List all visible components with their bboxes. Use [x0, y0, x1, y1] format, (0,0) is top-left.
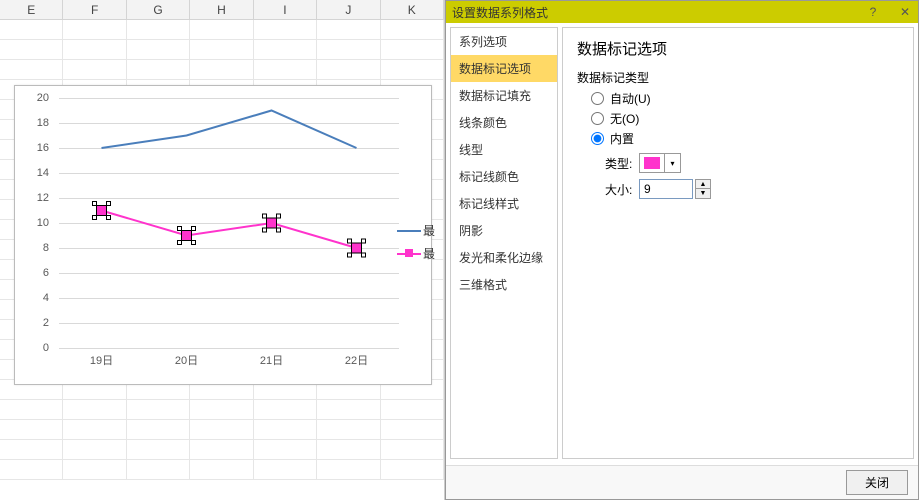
legend-line-icon: [397, 230, 421, 232]
chevron-down-icon[interactable]: ▾: [664, 154, 680, 172]
radio-builtin-label: 内置: [610, 130, 634, 147]
col-header[interactable]: J: [317, 0, 380, 19]
marker-type-label: 数据标记类型: [577, 69, 899, 86]
y-tick: 6: [43, 267, 49, 279]
embedded-chart[interactable]: 20 18 16 14 12 10 8 6 4 2 0 19日 20日 21日 …: [14, 85, 432, 385]
spinner-down-icon[interactable]: ▼: [696, 189, 710, 198]
radio-auto-label: 自动(U): [610, 90, 651, 107]
y-tick: 12: [37, 192, 49, 204]
dialog-footer: 关闭: [446, 465, 918, 499]
content-panel: 数据标记选项 数据标记类型 自动(U) 无(O) 内置 类型: ▾: [562, 27, 914, 459]
nav-series-options[interactable]: 系列选项: [451, 28, 557, 55]
col-header[interactable]: H: [190, 0, 253, 19]
y-tick: 0: [43, 342, 49, 354]
plot-area[interactable]: [59, 98, 399, 348]
size-spinner[interactable]: ▲ ▼: [695, 179, 711, 199]
panel-title: 数据标记选项: [577, 38, 899, 59]
format-series-dialog: 设置数据系列格式 ? ✕ 系列选项 数据标记选项 数据标记填充 线条颜色 线型 …: [445, 0, 919, 500]
y-tick: 2: [43, 317, 49, 329]
legend-label: 最: [423, 245, 435, 262]
titlebar[interactable]: 设置数据系列格式 ? ✕: [446, 1, 918, 23]
legend[interactable]: 最 最: [397, 216, 435, 268]
nav-line-color[interactable]: 线条颜色: [451, 109, 557, 136]
col-header[interactable]: F: [63, 0, 126, 19]
nav-glow[interactable]: 发光和柔化边缘: [451, 244, 557, 271]
square-marker-icon: [644, 157, 660, 169]
nav-line-style[interactable]: 线型: [451, 136, 557, 163]
spreadsheet-area: E F G H I J K 20 18 16: [0, 0, 445, 500]
chart-svg: [59, 98, 399, 348]
x-tick: 22日: [314, 352, 399, 372]
col-header[interactable]: E: [0, 0, 63, 19]
y-tick: 4: [43, 292, 49, 304]
radio-auto-row[interactable]: 自动(U): [591, 90, 899, 107]
help-button[interactable]: ?: [866, 5, 880, 19]
nav-marker-fill[interactable]: 数据标记填充: [451, 82, 557, 109]
radio-none-label: 无(O): [610, 110, 639, 127]
x-tick: 19日: [59, 352, 144, 372]
radio-builtin-row[interactable]: 内置: [591, 130, 899, 147]
col-header[interactable]: K: [381, 0, 444, 19]
nav-shadow[interactable]: 阴影: [451, 217, 557, 244]
y-axis: 20 18 16 14 12 10 8 6 4 2 0: [15, 98, 55, 348]
nav-marker-options[interactable]: 数据标记选项: [451, 55, 557, 82]
y-tick: 20: [37, 92, 49, 104]
y-tick: 8: [43, 242, 49, 254]
close-x-button[interactable]: ✕: [898, 5, 912, 19]
radio-none-row[interactable]: 无(O): [591, 110, 899, 127]
y-tick: 16: [37, 142, 49, 154]
column-headers: E F G H I J K: [0, 0, 444, 20]
legend-marker-icon: [397, 253, 421, 255]
legend-label: 最: [423, 222, 435, 239]
nav-panel: 系列选项 数据标记选项 数据标记填充 线条颜色 线型 标记线颜色 标记线样式 阴…: [450, 27, 558, 459]
x-tick: 20日: [144, 352, 229, 372]
spinner-up-icon[interactable]: ▲: [696, 180, 710, 189]
legend-item-1[interactable]: 最: [397, 222, 435, 239]
nav-3d[interactable]: 三维格式: [451, 271, 557, 298]
size-input[interactable]: [639, 179, 693, 199]
close-button[interactable]: 关闭: [846, 470, 908, 495]
col-header[interactable]: G: [127, 0, 190, 19]
dialog-title: 设置数据系列格式: [452, 4, 548, 21]
nav-marker-line-style[interactable]: 标记线样式: [451, 190, 557, 217]
legend-item-2[interactable]: 最: [397, 245, 435, 262]
radio-auto[interactable]: [591, 92, 604, 105]
size-label: 大小:: [605, 181, 639, 198]
y-tick: 18: [37, 117, 49, 129]
nav-marker-line-color[interactable]: 标记线颜色: [451, 163, 557, 190]
x-axis: 19日 20日 21日 22日: [59, 352, 399, 372]
marker-type-select[interactable]: ▾: [639, 153, 681, 173]
col-header[interactable]: I: [254, 0, 317, 19]
radio-none[interactable]: [591, 112, 604, 125]
x-tick: 21日: [229, 352, 314, 372]
marker-type-row: 类型: ▾: [605, 153, 899, 173]
type-label: 类型:: [605, 155, 639, 172]
y-tick: 10: [37, 217, 49, 229]
radio-builtin[interactable]: [591, 132, 604, 145]
y-tick: 14: [37, 167, 49, 179]
marker-size-row: 大小: ▲ ▼: [605, 179, 899, 199]
